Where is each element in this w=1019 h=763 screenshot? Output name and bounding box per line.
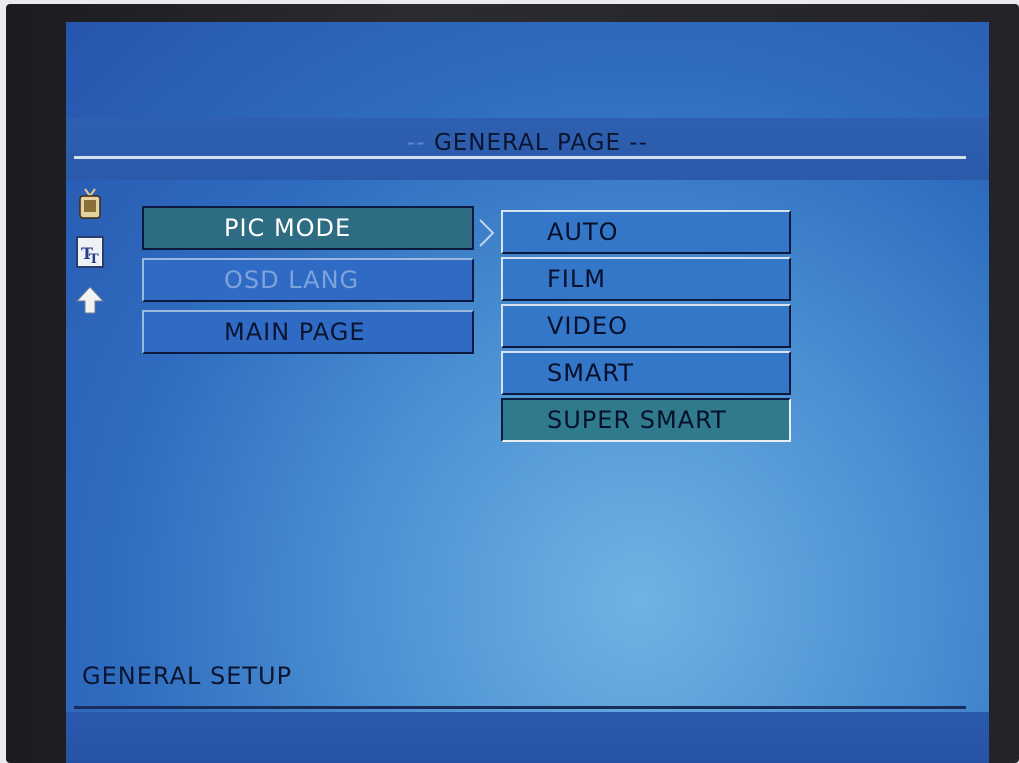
- submenu-item-auto[interactable]: AUTO: [501, 210, 791, 254]
- main-menu: PIC MODE OSD LANG MAIN PAGE: [142, 206, 474, 362]
- svg-text:T: T: [89, 252, 99, 267]
- frame-bottom-line: [74, 706, 966, 709]
- submenu-item-video[interactable]: VIDEO: [501, 304, 791, 348]
- tv-icon[interactable]: [74, 186, 106, 222]
- submenu-item-film[interactable]: FILM: [501, 257, 791, 301]
- menu-item-osd-lang[interactable]: OSD LANG: [142, 258, 474, 302]
- pic-mode-submenu: AUTO FILM VIDEO SMART SUPER SMART: [501, 210, 791, 445]
- frame-top-line: [74, 156, 966, 159]
- up-arrow-icon[interactable]: [74, 282, 106, 318]
- menu-item-main-page[interactable]: MAIN PAGE: [142, 310, 474, 354]
- submenu-item-super-smart[interactable]: SUPER SMART: [501, 398, 791, 442]
- bottom-band: [66, 712, 989, 763]
- side-icon-column: T T: [74, 186, 114, 330]
- submenu-item-smart[interactable]: SMART: [501, 351, 791, 395]
- submenu-arrow-icon: [478, 218, 496, 248]
- menu-item-pic-mode[interactable]: PIC MODE: [142, 206, 474, 250]
- page-title-main: GENERAL PAGE --: [433, 130, 648, 156]
- page-title: -- GENERAL PAGE --: [66, 130, 989, 156]
- footer-label: GENERAL SETUP: [82, 662, 293, 690]
- osd-screen: -- GENERAL PAGE -- T T PIC MODE OSD LANG…: [66, 22, 989, 763]
- page-title-prefix: --: [407, 130, 426, 156]
- font-icon[interactable]: T T: [74, 234, 106, 270]
